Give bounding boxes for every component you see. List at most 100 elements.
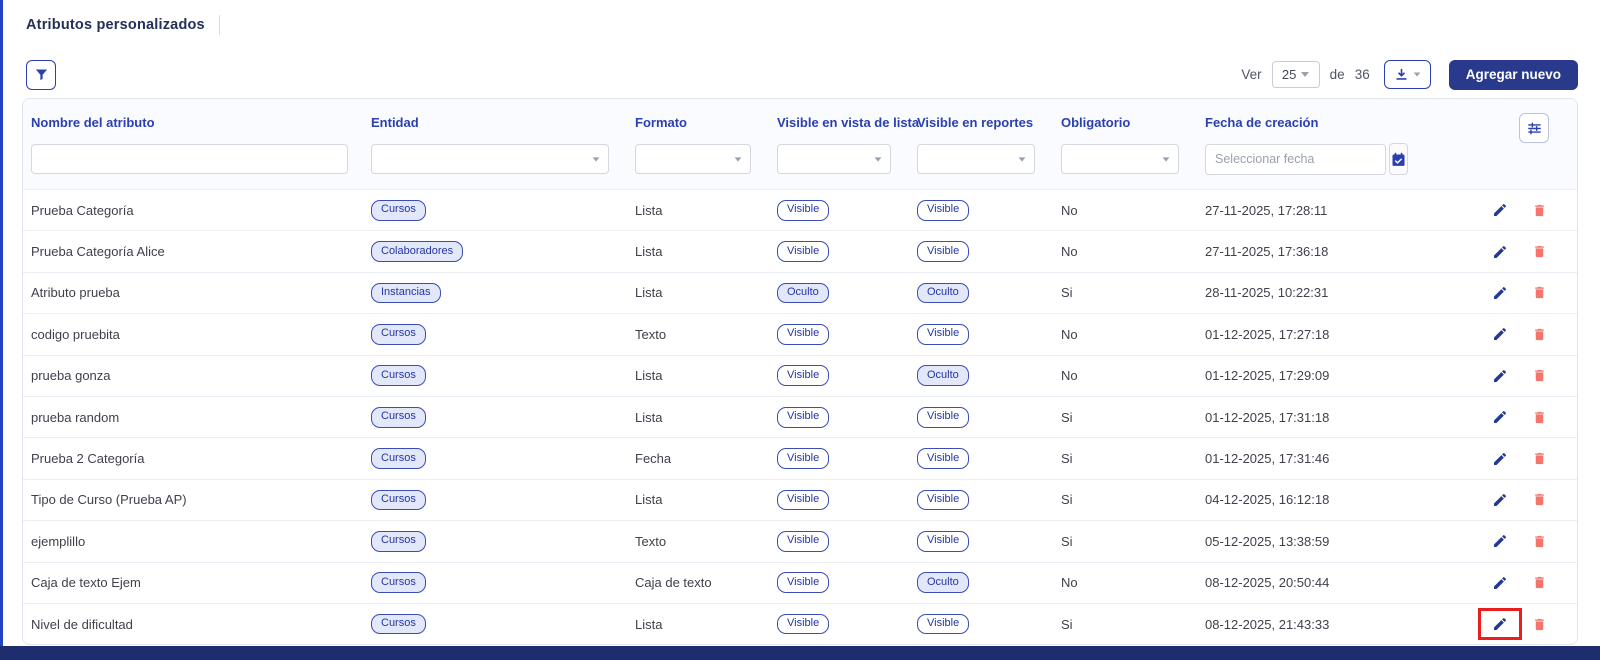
col-header-required[interactable]: Obligatorio xyxy=(1053,115,1197,130)
pencil-icon xyxy=(1492,368,1508,384)
delete-button[interactable] xyxy=(1530,407,1549,428)
edit-button[interactable] xyxy=(1478,443,1522,475)
visible-reports-badge: Oculto xyxy=(917,572,969,593)
filter-button[interactable] xyxy=(26,60,56,90)
table-row: Prueba Categoría Cursos Lista Visible Vi… xyxy=(23,189,1577,230)
calendar-check-icon xyxy=(1390,151,1407,168)
edit-button[interactable] xyxy=(1478,484,1522,516)
funnel-icon xyxy=(34,67,49,82)
delete-button[interactable] xyxy=(1530,241,1549,262)
cell-format: Lista xyxy=(627,368,769,383)
entity-badge: Cursos xyxy=(371,572,426,593)
page-title: Atributos personalizados xyxy=(26,17,205,33)
edit-button[interactable] xyxy=(1478,401,1522,433)
pencil-icon xyxy=(1492,244,1508,260)
cell-created: 08-12-2025, 21:43:33 xyxy=(1197,617,1459,632)
cell-created: 27-11-2025, 17:28:11 xyxy=(1197,203,1459,218)
page-size-select[interactable]: 25 xyxy=(1272,61,1320,88)
col-header-visible-reports[interactable]: Visible en reportes xyxy=(909,115,1053,130)
visible-list-filter-select[interactable] xyxy=(777,144,891,174)
visible-list-badge: Visible xyxy=(777,448,829,469)
col-header-name[interactable]: Nombre del atributo xyxy=(23,115,363,130)
cell-created: 28-11-2025, 10:22:31 xyxy=(1197,285,1459,300)
entity-badge: Cursos xyxy=(371,448,426,469)
page-size-value: 25 xyxy=(1282,67,1296,82)
delete-button[interactable] xyxy=(1530,365,1549,386)
cell-attribute-name: Caja de texto Ejem xyxy=(23,575,363,590)
delete-button[interactable] xyxy=(1530,614,1549,635)
edit-button[interactable] xyxy=(1478,277,1522,309)
edit-button[interactable] xyxy=(1478,318,1522,350)
of-label: de xyxy=(1330,67,1345,82)
pencil-icon xyxy=(1492,492,1508,508)
delete-button[interactable] xyxy=(1530,324,1549,345)
column-label-row: Nombre del atributo Entidad Formato Visi… xyxy=(23,99,1577,133)
pencil-icon xyxy=(1492,409,1508,425)
trash-icon xyxy=(1532,491,1547,508)
table-row: prueba gonza Cursos Lista Visible Oculto… xyxy=(23,355,1577,396)
visible-list-badge: Visible xyxy=(777,614,829,635)
table-header: Nombre del atributo Entidad Formato Visi… xyxy=(23,99,1577,189)
title-divider xyxy=(219,15,220,35)
edit-button[interactable] xyxy=(1478,360,1522,392)
window-left-edge xyxy=(0,0,3,660)
table-body: Prueba Categoría Cursos Lista Visible Vi… xyxy=(23,189,1577,644)
col-header-visible-list[interactable]: Visible en vista de lista xyxy=(769,115,909,130)
cell-format: Caja de texto xyxy=(627,575,769,590)
col-header-format[interactable]: Formato xyxy=(627,115,769,130)
col-header-entity[interactable]: Entidad xyxy=(363,115,627,130)
calendar-button[interactable] xyxy=(1389,143,1408,175)
name-filter-input[interactable] xyxy=(31,144,348,174)
table-row: Tipo de Curso (Prueba AP) Cursos Lista V… xyxy=(23,479,1577,520)
format-filter-select[interactable] xyxy=(635,144,751,174)
cell-format: Texto xyxy=(627,534,769,549)
pencil-icon xyxy=(1492,451,1508,467)
sliders-icon xyxy=(1526,120,1543,137)
entity-badge: Cursos xyxy=(371,365,426,386)
edit-button[interactable] xyxy=(1478,608,1522,640)
entity-filter-select[interactable] xyxy=(371,144,609,174)
trash-icon xyxy=(1532,284,1547,301)
cell-created: 04-12-2025, 16:12:18 xyxy=(1197,492,1459,507)
chevron-down-icon xyxy=(1414,73,1420,77)
toolbar-right: Ver 25 de 36 Agregar nuevo xyxy=(1241,60,1578,90)
cell-attribute-name: Prueba Categoría Alice xyxy=(23,244,363,259)
pencil-icon xyxy=(1492,616,1508,632)
delete-button[interactable] xyxy=(1530,531,1549,552)
cell-format: Lista xyxy=(627,285,769,300)
delete-button[interactable] xyxy=(1530,448,1549,469)
cell-required: No xyxy=(1053,368,1197,383)
visible-reports-badge: Visible xyxy=(917,614,969,635)
required-filter-select[interactable] xyxy=(1061,144,1179,174)
cell-attribute-name: prueba gonza xyxy=(23,368,363,383)
add-new-button[interactable]: Agregar nuevo xyxy=(1449,60,1578,90)
visible-reports-badge: Visible xyxy=(917,448,969,469)
date-filter-input[interactable] xyxy=(1205,144,1386,175)
edit-button[interactable] xyxy=(1478,567,1522,599)
visible-reports-badge: Visible xyxy=(917,241,969,262)
visible-reports-filter-select[interactable] xyxy=(917,144,1035,174)
attributes-table: Nombre del atributo Entidad Formato Visi… xyxy=(22,98,1578,645)
download-button[interactable] xyxy=(1384,60,1431,89)
visible-reports-badge: Visible xyxy=(917,490,969,511)
entity-badge: Instancias xyxy=(371,283,441,304)
cell-format: Lista xyxy=(627,244,769,259)
delete-button[interactable] xyxy=(1530,489,1549,510)
edit-button[interactable] xyxy=(1478,236,1522,268)
visible-reports-badge: Oculto xyxy=(917,365,969,386)
visible-reports-badge: Visible xyxy=(917,531,969,552)
col-header-created[interactable]: Fecha de creación xyxy=(1197,115,1459,130)
cell-created: 01-12-2025, 17:31:18 xyxy=(1197,410,1459,425)
edit-button[interactable] xyxy=(1478,194,1522,226)
visible-list-badge: Visible xyxy=(777,200,829,221)
entity-badge: Cursos xyxy=(371,200,426,221)
edit-button[interactable] xyxy=(1478,525,1522,557)
visible-list-badge: Visible xyxy=(777,365,829,386)
delete-button[interactable] xyxy=(1530,282,1549,303)
column-settings-button[interactable] xyxy=(1519,113,1549,143)
delete-button[interactable] xyxy=(1530,200,1549,221)
pencil-icon xyxy=(1492,285,1508,301)
delete-button[interactable] xyxy=(1530,572,1549,593)
table-row: Atributo prueba Instancias Lista Oculto … xyxy=(23,272,1577,313)
trash-icon xyxy=(1532,326,1547,343)
